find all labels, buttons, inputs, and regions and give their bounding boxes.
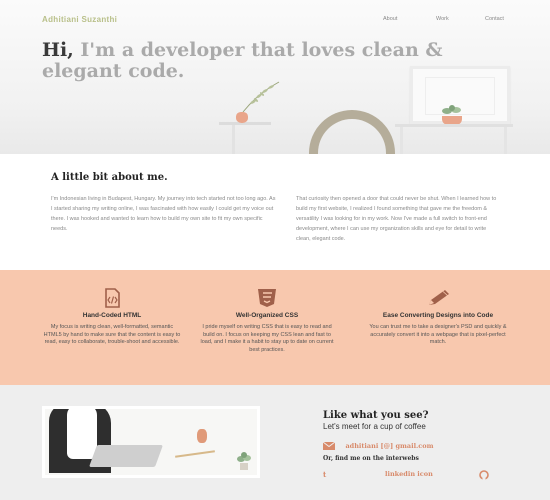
skill-text: You can trust me to take a designer's PS…: [369, 324, 507, 345]
nav-about-link[interactable]: About: [383, 16, 397, 22]
desk-leg: [504, 127, 507, 154]
chair: [309, 110, 395, 154]
contact-subheading: Let's meet for a cup of coffee: [323, 422, 426, 431]
workspace-photo: [42, 406, 260, 478]
skill-title: Well-Organized CSS: [235, 312, 299, 319]
vase: [236, 112, 248, 123]
about-paragraph-2: That curiosity then opened a door that c…: [296, 196, 497, 242]
contact-heading: Like what you see?: [323, 410, 429, 421]
contact-section: Like what you see? Let's meet for a cup …: [0, 385, 550, 500]
css3-icon: [258, 289, 276, 307]
skill-title: Ease Converting Designs into Code: [382, 312, 494, 319]
envelope-icon: [322, 441, 336, 450]
desk: [395, 124, 513, 127]
brand-logo[interactable]: Adhitiani Suzanthi: [42, 15, 117, 24]
side-table-leg: [232, 125, 235, 154]
linkedin-link[interactable]: linkedin icon: [385, 470, 433, 478]
hero-title-hi: Hi,: [42, 39, 74, 61]
skill-html: Hand-Coded HTML My focus is writing clea…: [42, 288, 182, 347]
about-paragraph-1: I'm Indonesian living in Budapest, Hunga…: [51, 196, 276, 232]
shirt: [67, 409, 97, 459]
social-heading: Or, find me on the interwebs: [323, 455, 419, 462]
code-file-icon: [105, 288, 120, 308]
laptop: [88, 445, 164, 467]
pencil-icon: [429, 290, 449, 305]
vase: [197, 429, 207, 443]
skill-text: I pride myself on writing CSS that is ea…: [200, 324, 334, 353]
nav-contact-link[interactable]: Contact: [485, 16, 504, 22]
github-icon[interactable]: [479, 470, 489, 480]
skill-css: Well-Organized CSS I pride myself on wri…: [197, 288, 337, 354]
hero-title-rest: I'm a developer that loves clean & elega…: [42, 39, 443, 82]
tumblr-icon[interactable]: t: [323, 470, 326, 479]
pen: [175, 450, 215, 458]
hero-section: Adhitiani Suzanthi About Work Contact Hi…: [0, 0, 550, 154]
about-section: A little bit about me. I'm Indonesian li…: [0, 154, 550, 270]
skills-section: Hand-Coded HTML My focus is writing clea…: [0, 270, 550, 385]
branch-decoration: [242, 81, 280, 113]
social-links: t linkedin icon: [323, 470, 493, 480]
desk-leg: [400, 127, 403, 154]
nav-work-link[interactable]: Work: [436, 16, 449, 22]
skill-text: My focus is writing clean, well-formatte…: [43, 324, 181, 345]
skill-title: Hand-Coded HTML: [82, 312, 142, 319]
email-link[interactable]: adhitiani [@] gmail.com: [345, 442, 433, 450]
email-row[interactable]: adhitiani [@] gmail.com: [322, 437, 433, 455]
about-heading: A little bit about me.: [51, 172, 168, 183]
plant-icon: [237, 452, 251, 470]
skill-design: Ease Converting Designs into Code You ca…: [368, 288, 508, 347]
